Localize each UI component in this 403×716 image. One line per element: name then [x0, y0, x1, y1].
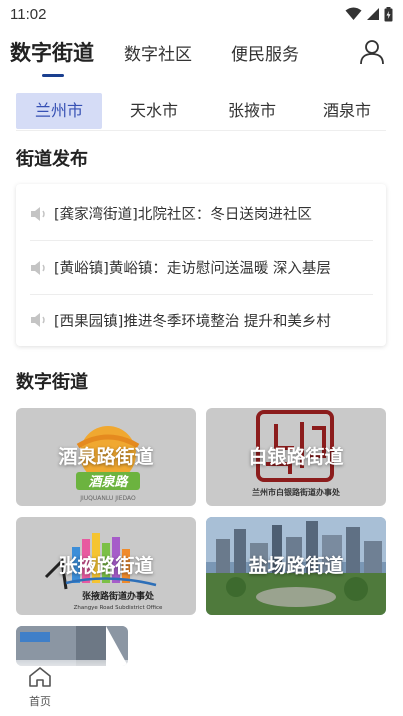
digital-section-title: 数字街道 [16, 372, 88, 393]
svg-text:JIUQUANLU JIEDAO: JIUQUANLU JIEDAO [79, 495, 136, 502]
news-section-title: 街道发布 [16, 149, 88, 170]
street-card-sub: 兰州市白银路街道办事处 [252, 488, 340, 497]
news-item-text: [龚家湾街道]北院社区：冬日送岗进社区 [54, 207, 312, 223]
svg-text:酒泉路: 酒泉路 [88, 474, 129, 490]
tab-digital-community[interactable]: 数字社区 [124, 40, 192, 65]
news-item-text: [黄峪镇]黄峪镇：走访慰问送温暖 深入基层 [54, 261, 331, 277]
battery-icon [384, 6, 393, 21]
street-card-yanchang[interactable]: 盐场路街道 [206, 517, 386, 615]
nav-home-label: 首页 [29, 695, 51, 708]
city-tab-tianshui[interactable]: 天水市 [114, 93, 194, 129]
street-card-zhangye[interactable]: 张掖路街道办事处 Zhangye Road Subdistrict Office… [16, 517, 196, 615]
news-item[interactable]: [西果园镇]推进冬季环境整治 提升和美乡村 [30, 293, 373, 347]
street-card-label: 酒泉路街道 [58, 446, 154, 468]
street-card-label: 白银路街道 [248, 446, 344, 468]
tab-convenience-service[interactable]: 便民服务 [231, 40, 299, 65]
bottom-nav: 首页 [0, 660, 403, 716]
svg-text:Zhangye Road Subdistrict Offic: Zhangye Road Subdistrict Office [74, 605, 163, 611]
home-icon [29, 667, 51, 687]
news-item[interactable]: [黄峪镇]黄峪镇：走访慰问送温暖 深入基层 [30, 241, 373, 295]
news-item[interactable]: [龚家湾街道]北院社区：冬日送岗进社区 [30, 187, 373, 241]
status-icons [345, 6, 393, 22]
street-card-jiuquan[interactable]: 酒泉路 JIUQUANLU JIEDAO 酒泉路街道 [16, 408, 196, 506]
city-selector: 兰州市 天水市 张掖市 酒泉市 [16, 93, 386, 131]
svg-text:张掖路街道办事处: 张掖路街道办事处 [82, 590, 155, 602]
city-tab-lanzhou[interactable]: 兰州市 [16, 93, 102, 129]
active-tab-indicator [42, 74, 64, 77]
city-tab-zhangye[interactable]: 张掖市 [212, 93, 292, 129]
speaker-icon [31, 260, 45, 275]
status-time: 11:02 [10, 5, 47, 23]
nav-home[interactable]: 首页 [25, 666, 55, 709]
speaker-icon [31, 313, 45, 327]
user-icon[interactable] [359, 39, 385, 65]
street-card-label: 盐场路街道 [248, 555, 344, 577]
news-card: [龚家湾街道]北院社区：冬日送岗进社区 [黄峪镇]黄峪镇：走访慰问送温暖 深入基… [16, 184, 386, 346]
top-tab-bar: 数字街道 数字社区 便民服务 [0, 30, 403, 80]
signal-icon [367, 8, 379, 20]
street-card-baiyin[interactable]: 白银路街道 兰州市白银路街道办事处 [206, 408, 386, 506]
speaker-icon [31, 206, 45, 221]
wifi-icon [345, 7, 362, 20]
street-card-label: 张掖路街道 [58, 555, 154, 577]
city-tab-jiuquan[interactable]: 酒泉市 [308, 93, 386, 129]
news-item-text: [西果园镇]推进冬季环境整治 提升和美乡村 [54, 313, 331, 330]
tab-digital-street[interactable]: 数字街道 [10, 37, 94, 67]
status-bar: 11:02 [0, 0, 403, 28]
